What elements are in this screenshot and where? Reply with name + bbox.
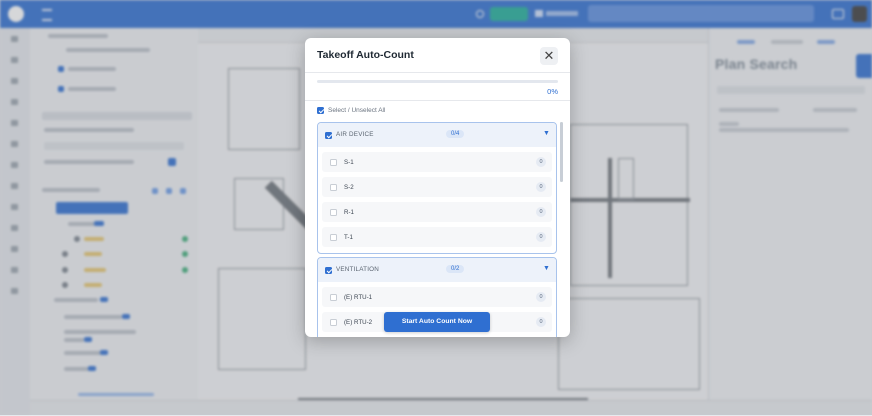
item-count-badge: 0 — [536, 157, 546, 167]
close-icon[interactable]: ✕ — [540, 47, 558, 65]
item-label: T-1 — [344, 234, 353, 241]
list-item[interactable]: S-1 0 — [322, 152, 552, 172]
item-count-badge: 0 — [536, 207, 546, 217]
group-header[interactable]: VENTILATION 0/2 ▼ — [318, 258, 556, 282]
item-count-badge: 0 — [536, 232, 546, 242]
item-label: (E) RTU-1 — [344, 294, 373, 301]
item-label: S-1 — [344, 159, 354, 166]
select-all-checkbox[interactable] — [317, 107, 324, 114]
group-checkbox[interactable] — [325, 132, 332, 139]
item-count-badge: 0 — [536, 292, 546, 302]
item-checkbox[interactable] — [330, 319, 337, 326]
divider — [305, 72, 570, 73]
item-count-badge: 0 — [536, 317, 546, 327]
list-item[interactable]: (E) RTU-1 0 — [322, 287, 552, 307]
item-checkbox[interactable] — [330, 209, 337, 216]
item-label: S-2 — [344, 184, 354, 191]
item-checkbox[interactable] — [330, 234, 337, 241]
start-auto-count-button[interactable]: Start Auto Count Now — [384, 312, 490, 332]
list-item[interactable]: S-2 0 — [322, 177, 552, 197]
group-checkbox[interactable] — [325, 267, 332, 274]
item-checkbox[interactable] — [330, 294, 337, 301]
item-label: R-1 — [344, 209, 354, 216]
group-name: VENTILATION — [336, 266, 380, 273]
chevron-down-icon[interactable]: ▼ — [543, 130, 550, 137]
group-list[interactable]: AIR DEVICE 0/4 ▼ S-1 0 S-2 0 R-1 0 T-1 0… — [305, 120, 570, 337]
list-item[interactable]: T-1 0 — [322, 227, 552, 247]
progress-bar — [317, 80, 558, 83]
select-all-label[interactable]: Select / Unselect All — [328, 107, 385, 114]
item-checkbox[interactable] — [330, 159, 337, 166]
item-count-badge: 0 — [536, 182, 546, 192]
item-checkbox[interactable] — [330, 184, 337, 191]
divider — [305, 100, 570, 101]
group-air-device: AIR DEVICE 0/4 ▼ S-1 0 S-2 0 R-1 0 T-1 0 — [317, 122, 557, 254]
item-label: (E) RTU-2 — [344, 319, 373, 326]
chevron-down-icon[interactable]: ▼ — [543, 265, 550, 272]
scrollbar[interactable] — [560, 122, 563, 182]
group-count-badge: 0/4 — [446, 130, 465, 138]
scrollbar-thumb[interactable] — [560, 122, 563, 182]
group-name: AIR DEVICE — [336, 131, 374, 138]
modal-title: Takeoff Auto-Count — [317, 49, 414, 61]
list-item[interactable]: R-1 0 — [322, 202, 552, 222]
group-header[interactable]: AIR DEVICE 0/4 ▼ — [318, 123, 556, 147]
group-count-badge: 0/2 — [446, 265, 465, 273]
progress-percent: 0% — [547, 87, 558, 96]
auto-count-modal: Takeoff Auto-Count ✕ 0% Select / Unselec… — [305, 38, 570, 337]
